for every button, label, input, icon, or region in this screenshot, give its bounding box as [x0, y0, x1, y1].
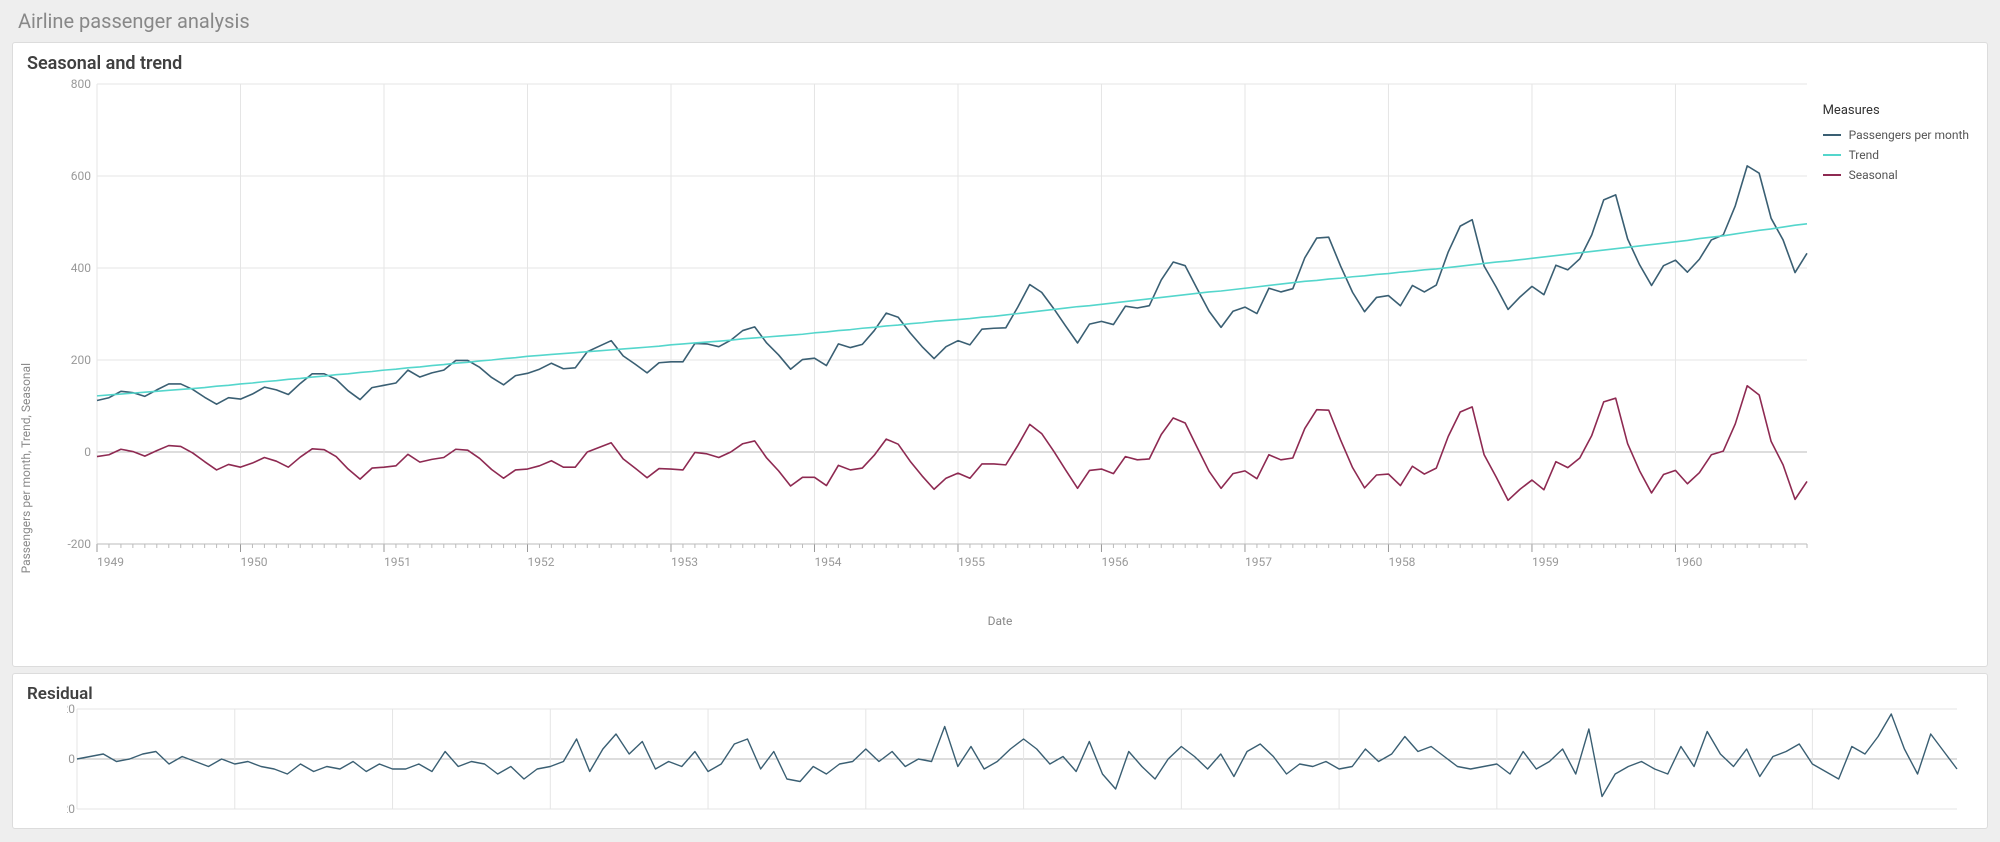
- svg-text:600: 600: [71, 169, 91, 183]
- panel-seasonal-trend-title: Seasonal and trend: [13, 43, 1987, 74]
- svg-text:1959: 1959: [1532, 555, 1559, 569]
- svg-text:20: 20: [67, 704, 75, 716]
- chart-svg-top[interactable]: -200 0 200 400 600 800 1949 1950 1951 1952 1953 195…: [67, 74, 1827, 594]
- svg-text:-200: -200: [67, 537, 91, 551]
- svg-text:800: 800: [71, 77, 91, 91]
- plot-top: -200 0 200 400 600 800 1949 1950 1951 1952 1953 195…: [67, 74, 1977, 594]
- svg-text:1960: 1960: [1675, 555, 1702, 569]
- svg-text:400: 400: [71, 261, 91, 275]
- panel-residual-title: Residual: [13, 674, 1987, 704]
- y-axis-label-top: Passengers per month, Trend, Seasonal: [19, 363, 33, 573]
- svg-text:1957: 1957: [1245, 555, 1272, 569]
- svg-text:1954: 1954: [814, 555, 841, 569]
- chart-svg-bottom[interactable]: -20 0 20: [67, 704, 1967, 814]
- svg-text:0: 0: [68, 752, 75, 766]
- svg-text:1952: 1952: [527, 555, 554, 569]
- svg-text:-20: -20: [67, 802, 75, 814]
- plot-bottom: -20 0 20: [67, 704, 1977, 814]
- svg-text:1949: 1949: [97, 555, 124, 569]
- svg-text:1950: 1950: [240, 555, 267, 569]
- dashboard-page: Airline passenger analysis Seasonal and …: [0, 0, 2000, 842]
- panel-seasonal-trend: Seasonal and trend Measures Passengers p…: [12, 42, 1988, 667]
- svg-text:1956: 1956: [1101, 555, 1128, 569]
- page-title-text: Airline passenger analysis: [18, 9, 250, 33]
- svg-text:200: 200: [71, 353, 91, 367]
- x-axis-label-top: Date: [13, 614, 1987, 628]
- svg-text:1951: 1951: [384, 555, 411, 569]
- svg-text:1953: 1953: [671, 555, 698, 569]
- svg-text:1958: 1958: [1388, 555, 1415, 569]
- panel-residual: Residual -20 0 20: [12, 673, 1988, 829]
- svg-text:0: 0: [84, 445, 91, 459]
- page-title: Airline passenger analysis: [0, 6, 2000, 36]
- svg-text:1955: 1955: [958, 555, 985, 569]
